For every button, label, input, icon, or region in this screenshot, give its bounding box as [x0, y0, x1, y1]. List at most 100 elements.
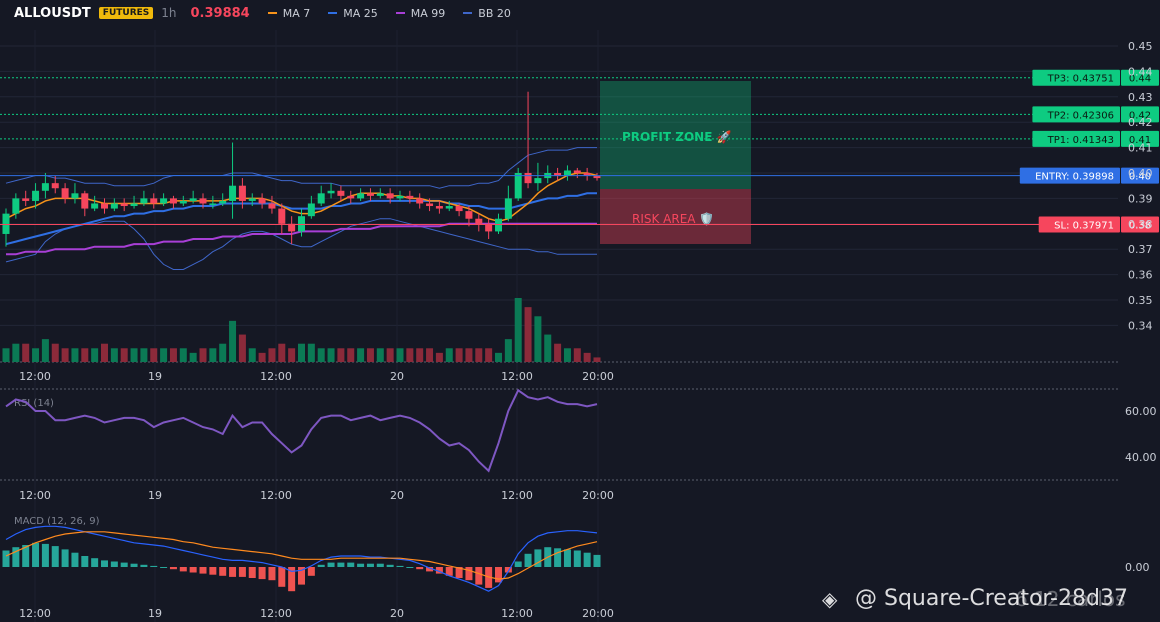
- volume-bar: [248, 348, 256, 362]
- candle-body: [278, 208, 286, 224]
- candle-body: [41, 183, 49, 191]
- y-tick: 0.41: [1128, 142, 1153, 155]
- candle-body: [268, 203, 276, 209]
- volume-bar: [22, 343, 30, 362]
- macd-histogram-bar: [268, 567, 276, 581]
- candle-body: [130, 203, 138, 207]
- macd-histogram-bar: [209, 567, 217, 575]
- candle-body: [150, 198, 158, 204]
- volume-bar: [465, 348, 473, 362]
- volume-bar: [554, 343, 562, 362]
- volume-bar: [435, 352, 443, 362]
- macd-histogram-bar: [475, 567, 483, 585]
- x-tick: 20: [390, 489, 404, 502]
- x-tick: 12:00: [501, 607, 533, 620]
- volume-bar: [120, 348, 128, 362]
- x-tick: 12:00: [260, 489, 292, 502]
- y-tick: 0.38: [1128, 218, 1153, 231]
- candle-body: [406, 195, 414, 199]
- rsi-y-tick: 60.00: [1125, 405, 1157, 418]
- y-tick: 0.36: [1128, 269, 1153, 282]
- y-tick: 0.35: [1128, 294, 1153, 307]
- x-tick: 12:00: [501, 370, 533, 383]
- candle-body: [91, 203, 99, 209]
- candle-body: [317, 193, 325, 204]
- candle-body: [160, 198, 168, 204]
- x-tick: 12:00: [19, 370, 51, 383]
- candle-body: [120, 203, 128, 207]
- volume-bar: [455, 348, 463, 362]
- macd-histogram-bar: [179, 567, 187, 572]
- macd-histogram-bar: [81, 556, 89, 567]
- macd-histogram-bar: [248, 567, 256, 578]
- candle-body: [51, 183, 59, 189]
- macd-histogram-bar: [61, 549, 69, 567]
- candle-body: [455, 206, 463, 212]
- candle-body: [563, 170, 571, 176]
- volume-bar: [563, 348, 571, 362]
- volume-bar: [81, 348, 89, 362]
- chart-canvas[interactable]: PROFIT ZONE 🚀 RISK AREA 🛡️ TP3: 0.43751 0…: [0, 0, 1160, 622]
- macd-label: MACD (12, 26, 9): [14, 516, 100, 527]
- volume-bar: [91, 348, 99, 362]
- candle-body: [110, 203, 118, 209]
- macd-histogram-bar: [150, 565, 158, 567]
- macd-histogram-bar: [327, 562, 335, 567]
- volume-bar: [278, 343, 286, 362]
- candle-body: [357, 193, 365, 199]
- candle-body: [209, 203, 217, 205]
- macd-histogram-bar: [41, 543, 49, 567]
- volume-bar: [445, 348, 453, 362]
- macd-histogram-bar: [101, 560, 108, 567]
- trade-zones: PROFIT ZONE 🚀 RISK AREA 🛡️: [600, 81, 751, 244]
- x-tick: 12:00: [501, 489, 533, 502]
- candle-body: [2, 213, 10, 234]
- volume-bars: [2, 298, 601, 362]
- x-tick: 20:00: [582, 607, 614, 620]
- volume-bar: [298, 343, 305, 362]
- candle-body: [32, 190, 40, 201]
- volume-bar: [416, 348, 424, 362]
- candle-body: [81, 193, 89, 209]
- rsi-line: [5, 388, 598, 473]
- volume-bar: [337, 348, 345, 362]
- y-tick: 0.44: [1128, 65, 1153, 78]
- candle-body: [386, 193, 394, 199]
- volume-bar: [347, 348, 355, 362]
- volume-bar: [288, 348, 296, 362]
- x-tick: 20: [390, 607, 404, 620]
- volume-bar: [12, 343, 20, 362]
- macd-histogram-bar: [307, 567, 315, 576]
- volume-bar: [475, 348, 483, 362]
- x-tick: 20:00: [582, 489, 614, 502]
- candle-body: [347, 195, 355, 199]
- volume-bar: [485, 348, 493, 362]
- candle-body: [179, 200, 187, 204]
- macd-histogram-bar: [317, 564, 325, 567]
- candle-body: [248, 198, 256, 201]
- candle-body: [504, 198, 512, 219]
- x-tick: 12:00: [19, 489, 51, 502]
- level-tag-text: ENTRY: 0.39898: [1035, 172, 1114, 183]
- candle-body: [573, 170, 581, 173]
- macd-histogram-bar: [229, 567, 237, 577]
- volume-bar: [2, 348, 10, 362]
- volume-bar: [495, 352, 502, 362]
- volume-bar: [179, 348, 187, 362]
- macd-histogram-bar: [337, 562, 345, 567]
- volume-bar: [32, 348, 40, 362]
- macd-histogram-bar: [278, 567, 286, 587]
- candle-body: [199, 198, 207, 204]
- macd-histogram-bar: [376, 563, 384, 567]
- macd-histogram-bar: [110, 561, 118, 567]
- macd-panel: MACD (12, 26, 9) 0.00: [2, 516, 1150, 592]
- macd-histogram-bar: [495, 567, 502, 583]
- macd-histogram-bar: [554, 548, 562, 567]
- candle-body: [435, 206, 443, 209]
- candle-body: [298, 216, 305, 232]
- level-tag-text: TP1: 0.41343: [1047, 135, 1114, 146]
- macd-histogram-bar: [366, 563, 374, 567]
- macd-histogram-bar: [71, 552, 79, 567]
- volume-bar: [150, 348, 158, 362]
- candle-body: [534, 178, 542, 184]
